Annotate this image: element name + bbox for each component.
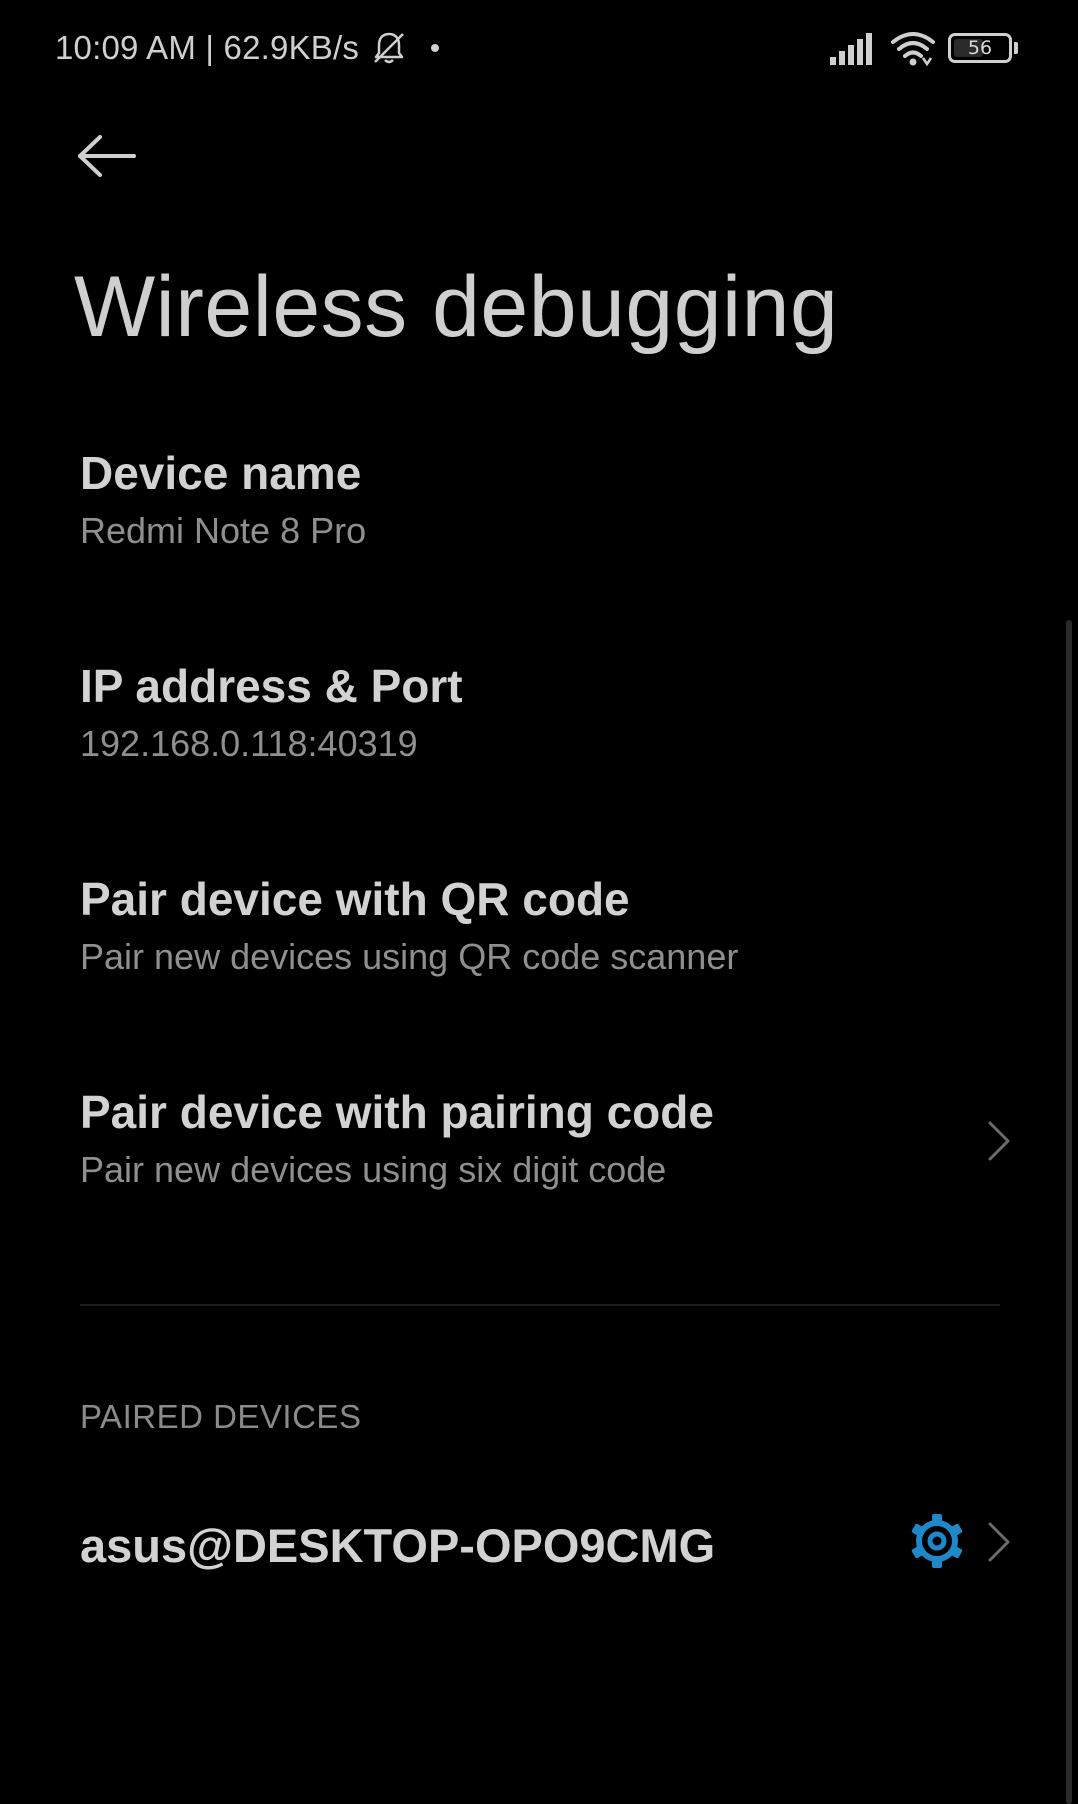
paired-devices-header: PAIRED DEVICES [80,1398,362,1435]
pair-pairing-code-item[interactable]: Pair device with pairing code Pair new d… [80,1085,1018,1235]
bell-off-icon [374,32,404,64]
paired-device-item[interactable]: asus@DESKTOP-OPO9CMG [80,1510,1018,1580]
ip-address-port-value: 192.168.0.118:40319 [80,723,418,764]
device-name-value: Redmi Note 8 Pro [80,510,367,551]
arrow-left-icon [78,135,136,177]
screen: 10:09 AM | 62.9KB/s 56 Wireless debuggin… [0,0,1078,1804]
back-button[interactable] [76,128,156,184]
scrollbar[interactable] [1066,620,1072,1804]
paired-device-label: asus@DESKTOP-OPO9CMG [80,1519,716,1572]
signal-icon [830,33,872,65]
pair-pairing-code-label: Pair device with pairing code [80,1086,714,1138]
battery-icon: 56 [948,33,1012,63]
chevron-right-icon [988,1522,1010,1562]
wifi-icon [891,32,935,66]
pair-qr-code-item[interactable]: Pair device with QR code Pair new device… [80,872,1018,1022]
chevron-right-icon [988,1121,1010,1161]
status-left: 10:09 AM | 62.9KB/s [55,28,440,68]
device-name-item[interactable]: Device name Redmi Note 8 Pro [80,446,1018,596]
pair-qr-code-description: Pair new devices using QR code scanner [80,936,739,977]
pair-pairing-code-description: Pair new devices using six digit code [80,1149,667,1190]
page-title: Wireless debugging [74,259,839,355]
pair-qr-code-label: Pair device with QR code [80,873,630,925]
divider [80,1304,1000,1306]
gear-icon[interactable] [908,1512,966,1570]
battery-level: 56 [967,37,993,59]
status-bar: 10:09 AM | 62.9KB/s 56 [0,0,1078,96]
ip-address-port-label: IP address & Port [80,660,463,712]
notification-dot-icon [431,44,440,52]
status-time-speed: 10:09 AM | 62.9KB/s [55,29,360,66]
ip-address-port-item[interactable]: IP address & Port 192.168.0.118:40319 [80,659,1018,809]
device-name-label: Device name [80,447,362,499]
status-right: 56 [828,28,1018,68]
battery-tip [1014,42,1018,54]
